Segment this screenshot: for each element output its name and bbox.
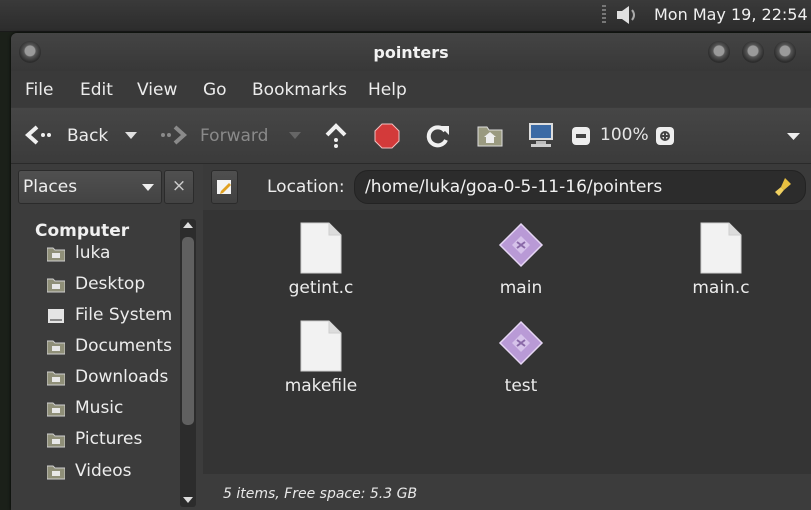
sidebar-item-label: Pictures	[75, 429, 143, 449]
edit-pencil-icon	[217, 180, 231, 194]
main-pane: Location: /home/luka/goa-0-5-11-16/point…	[203, 164, 811, 510]
menubar: File Edit View Go Bookmarks Help	[11, 71, 811, 107]
sidebar: Places × Computer luka Desktop File System…	[11, 164, 202, 510]
computer-icon[interactable]	[527, 121, 555, 149]
scroll-up-arrow[interactable]	[183, 222, 193, 229]
toolbar: Back Forward 100%	[11, 108, 811, 164]
location-path: /home/luka/goa-0-5-11-16/pointers	[365, 177, 663, 197]
window-title: pointers	[373, 43, 449, 62]
sidebar-item-label: luka	[75, 243, 111, 263]
places-selector-label: Places	[23, 177, 78, 197]
videos-folder-icon	[47, 465, 65, 480]
sidebar-item-downloads[interactable]: Downloads	[47, 364, 187, 392]
minimize-button[interactable]	[708, 41, 730, 63]
edit-location-toggle[interactable]	[211, 170, 238, 204]
up-arrow-icon[interactable]	[323, 122, 349, 150]
forward-history-dropdown[interactable]	[289, 132, 301, 140]
toolbar-overflow-arrow[interactable]	[787, 133, 800, 141]
back-button[interactable]: Back	[23, 118, 121, 152]
menu-view[interactable]: View	[137, 80, 177, 100]
file-name: main	[499, 278, 543, 298]
back-arrow-icon	[25, 125, 51, 145]
top-panel: Mon May 19, 22:54	[0, 0, 811, 32]
location-input[interactable]: /home/luka/goa-0-5-11-16/pointers	[354, 170, 806, 204]
documents-folder-icon	[47, 340, 65, 355]
sidebar-item-label: Videos	[75, 461, 132, 481]
file-name: main.c	[692, 278, 750, 298]
reload-icon[interactable]	[425, 123, 451, 149]
file-name: makefile	[284, 376, 358, 396]
sidebar-item-file-system[interactable]: File System	[47, 302, 187, 330]
status-text: 5 items, Free space: 5.3 GB	[223, 486, 418, 502]
status-bar: 5 items, Free space: 5.3 GB	[203, 474, 811, 510]
sidebar-item-label: Documents	[75, 336, 172, 356]
home-icon[interactable]	[477, 123, 503, 147]
sidebar-item-label: Desktop	[75, 274, 146, 294]
sidebar-scroll-thumb[interactable]	[182, 237, 194, 425]
sidebar-item-label: File System	[75, 305, 173, 325]
pictures-folder-icon	[47, 433, 65, 448]
file-item[interactable]: main.c	[656, 216, 786, 308]
file-item[interactable]: makefile	[256, 314, 386, 406]
close-sidebar-button[interactable]: ×	[164, 170, 194, 204]
file-name: test	[504, 376, 538, 396]
file-item[interactable]: test	[456, 314, 586, 406]
maximize-button[interactable]	[742, 41, 764, 63]
forward-arrow-icon	[161, 125, 187, 145]
location-label: Location:	[267, 177, 345, 197]
places-selector[interactable]: Places	[18, 170, 162, 204]
sidebar-item-music[interactable]: Music	[47, 395, 187, 423]
zoom-in-icon[interactable]	[655, 126, 675, 146]
volume-icon[interactable]	[614, 3, 640, 27]
text-file-icon	[300, 320, 342, 372]
file-icon-view[interactable]: getint.c main main.c makefile test	[203, 210, 811, 474]
executable-file-icon	[498, 320, 544, 366]
sidebar-item-desktop[interactable]: Desktop	[47, 271, 187, 299]
titlebar[interactable]: pointers	[11, 33, 811, 71]
zoom-out-icon[interactable]	[571, 126, 591, 146]
sidebar-item-documents[interactable]: Documents	[47, 333, 187, 361]
menu-bookmarks[interactable]: Bookmarks	[252, 80, 347, 100]
stop-icon[interactable]	[374, 123, 400, 149]
close-button[interactable]	[774, 41, 796, 63]
file-manager-window: pointers File Edit View Go Bookmarks Hel…	[11, 33, 811, 510]
clock[interactable]: Mon May 19, 22:54	[654, 5, 808, 24]
menu-file[interactable]: File	[25, 80, 53, 100]
menu-go[interactable]: Go	[203, 80, 227, 100]
file-item[interactable]: main	[456, 216, 586, 308]
executable-file-icon	[498, 222, 544, 268]
places-tree: Computer luka Desktop File System Documents…	[11, 212, 183, 510]
chevron-down-icon	[142, 184, 154, 191]
back-history-dropdown[interactable]	[125, 132, 137, 140]
text-file-icon	[700, 222, 742, 274]
zoom-level: 100%	[600, 125, 649, 145]
sidebar-item-pictures[interactable]: Pictures	[47, 426, 187, 454]
panel-grip	[602, 5, 606, 25]
file-name: getint.c	[288, 278, 354, 298]
menu-help[interactable]: Help	[368, 80, 407, 100]
sidebar-item-label: Downloads	[75, 367, 169, 387]
clear-location-icon[interactable]	[773, 176, 795, 198]
section-header-computer: Computer	[35, 221, 130, 241]
sidebar-item-luka[interactable]: luka	[47, 240, 187, 268]
music-folder-icon	[47, 402, 65, 417]
menu-edit[interactable]: Edit	[80, 80, 113, 100]
sidebar-item-videos[interactable]: Videos	[47, 458, 187, 486]
scroll-down-arrow[interactable]	[183, 497, 193, 504]
sidebar-scrollbar[interactable]	[180, 219, 196, 507]
back-label: Back	[67, 126, 109, 146]
downloads-folder-icon	[47, 371, 65, 386]
forward-button[interactable]: Forward	[157, 118, 287, 152]
text-file-icon	[300, 222, 342, 274]
sidebar-item-label: Music	[75, 398, 124, 418]
home-folder-icon	[47, 247, 65, 262]
drive-icon	[48, 309, 64, 323]
desktop-folder-icon	[47, 278, 65, 293]
file-item[interactable]: getint.c	[256, 216, 386, 308]
forward-label: Forward	[200, 126, 269, 146]
